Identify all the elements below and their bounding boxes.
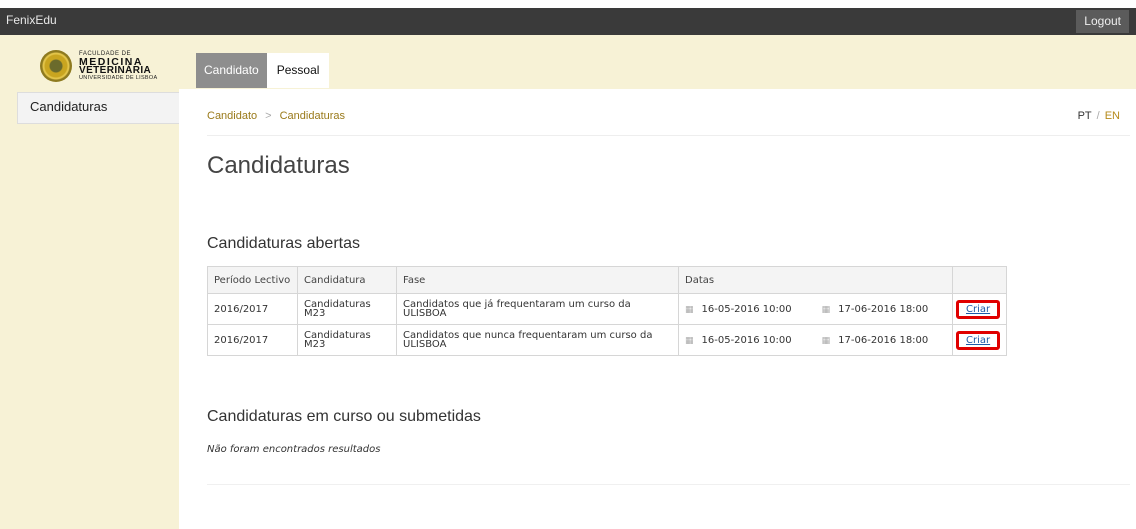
cell-fase: Candidatos que já frequentaram um curso … (396, 293, 679, 325)
cell-candidatura: Candidaturas M23 (297, 293, 397, 325)
open-applications-title: Candidaturas abertas (207, 235, 360, 252)
divider (207, 484, 1130, 485)
calendar-icon: ▦ (685, 335, 694, 346)
submitted-applications-title: Candidaturas em curso ou submetidas (207, 408, 481, 425)
lang-separator: / (1096, 110, 1100, 122)
sidebar-item-candidaturas[interactable]: Candidaturas (17, 92, 179, 124)
breadcrumb-candidato[interactable]: Candidato (207, 110, 257, 122)
cell-periodo: 2016/2017 (207, 324, 298, 356)
calendar-icon: ▦ (821, 304, 831, 315)
criar-highlight: Criar (956, 330, 1001, 350)
end-date: ▦ 17-06-2016 18:00 (822, 304, 929, 315)
tab-candidato[interactable]: Candidato (196, 53, 267, 88)
cell-fase: Candidatos que nunca frequentaram um cur… (396, 324, 679, 356)
cell-datas: ▦ 16-05-2016 10:00 ▦ 17-06-2016 18:00 (678, 324, 953, 356)
table-row: 2016/2017 Candidaturas M23 Candidatos qu… (207, 324, 1008, 356)
lang-en[interactable]: EN (1105, 110, 1120, 122)
header-action (951, 266, 1008, 294)
header-datas: Datas (678, 266, 953, 294)
language-switcher: PT / EN (1078, 110, 1120, 122)
header-fase: Fase (396, 266, 679, 294)
app-name[interactable]: FenixEdu (6, 13, 57, 27)
divider (207, 135, 1130, 136)
lang-pt[interactable]: PT (1078, 110, 1092, 122)
header-periodo: Período Lectivo (207, 266, 298, 294)
end-date-text: 17-06-2016 18:00 (838, 303, 929, 315)
cell-candidatura: Candidaturas M23 (297, 324, 397, 356)
page-title: Candidaturas (207, 152, 350, 179)
header-band: FACULDADE DE MEDICINA VETERINÁRIA UNIVER… (0, 35, 1136, 89)
start-date: ▦ 16-05-2016 10:00 (685, 335, 792, 346)
university-seal-icon (40, 50, 72, 82)
start-date-text: 16-05-2016 10:00 (701, 334, 792, 346)
logo-text-universidade: UNIVERSIDADE DE LISBOA (79, 75, 158, 81)
open-applications-table: Período Lectivo Candidatura Fase Datas 2… (207, 266, 1008, 356)
end-date: ▦ 17-06-2016 18:00 (822, 335, 929, 346)
criar-highlight: Criar (956, 299, 1001, 319)
calendar-icon: ▦ (821, 335, 831, 346)
start-date-text: 16-05-2016 10:00 (701, 303, 792, 315)
cell-action: Criar (951, 324, 1008, 356)
criar-link[interactable]: Criar (966, 304, 990, 315)
top-bar: FenixEdu Logout (0, 8, 1136, 35)
end-date-text: 17-06-2016 18:00 (838, 334, 929, 346)
criar-link[interactable]: Criar (966, 335, 990, 346)
empty-results-message: Não foram encontrados resultados (207, 444, 381, 455)
sidebar (0, 89, 179, 529)
cell-action: Criar (951, 293, 1008, 325)
breadcrumb: Candidato > Candidaturas (207, 110, 345, 122)
cell-datas: ▦ 16-05-2016 10:00 ▦ 17-06-2016 18:00 (678, 293, 953, 325)
tab-pessoal[interactable]: Pessoal (266, 53, 330, 88)
logout-button[interactable]: Logout (1076, 10, 1129, 33)
table-header-row: Período Lectivo Candidatura Fase Datas (207, 266, 1008, 294)
header-candidatura: Candidatura (297, 266, 397, 294)
breadcrumb-separator: > (265, 110, 272, 122)
main-tabs: Candidato Pessoal (196, 53, 330, 88)
cell-periodo: 2016/2017 (207, 293, 298, 325)
table-row: 2016/2017 Candidaturas M23 Candidatos qu… (207, 293, 1008, 325)
calendar-icon: ▦ (685, 304, 694, 315)
faculty-logo[interactable]: FACULDADE DE MEDICINA VETERINÁRIA UNIVER… (40, 50, 164, 82)
breadcrumb-candidaturas[interactable]: Candidaturas (280, 110, 345, 122)
start-date: ▦ 16-05-2016 10:00 (685, 304, 792, 315)
